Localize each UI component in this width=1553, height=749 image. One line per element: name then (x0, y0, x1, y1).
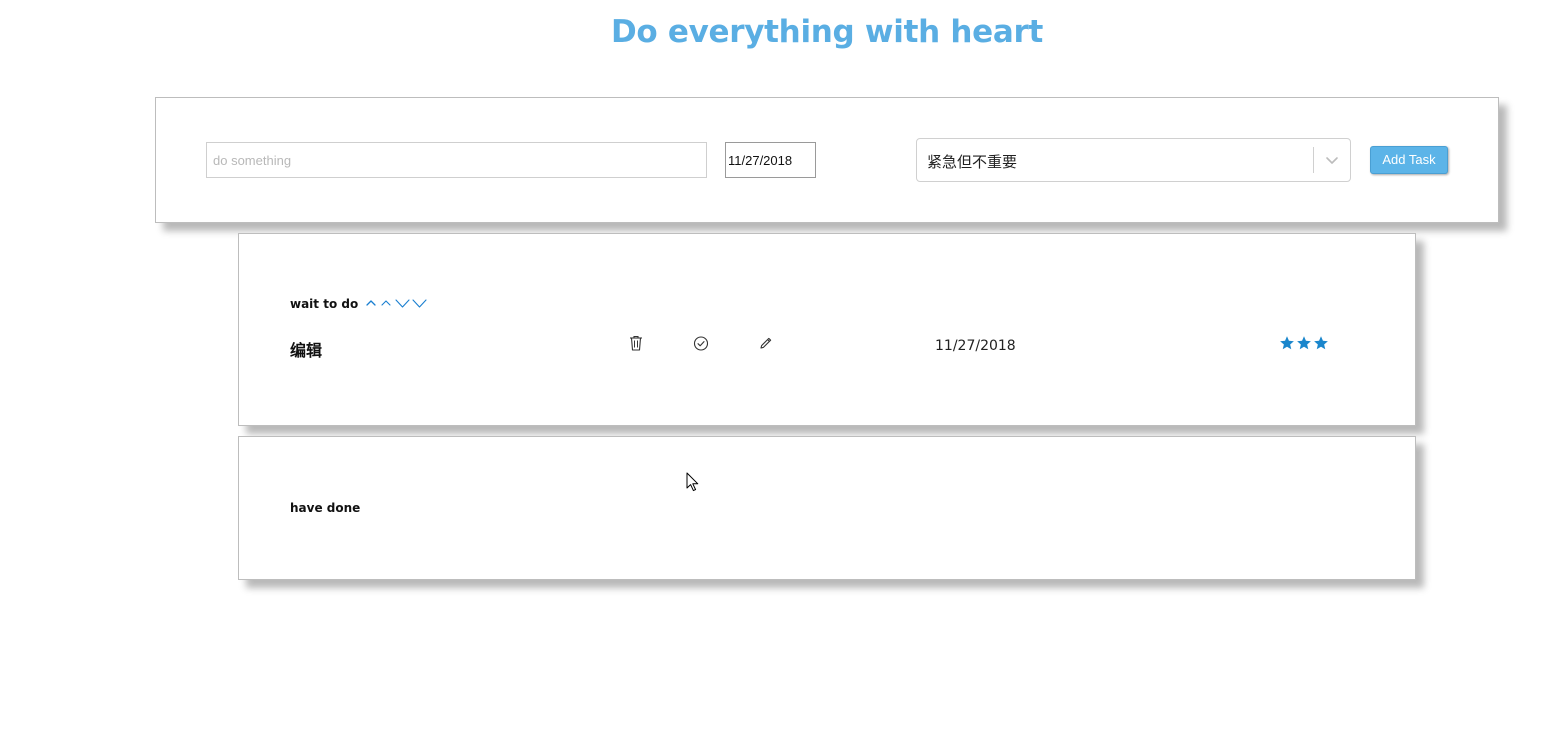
mouse-cursor-icon (686, 472, 699, 492)
done-heading: have done (290, 501, 361, 515)
priority-select[interactable]: 紧急但不重要 (916, 138, 1351, 182)
page-title: Do everything with heart (610, 14, 1043, 50)
check-circle-icon[interactable] (692, 334, 710, 352)
pencil-icon[interactable] (757, 334, 775, 352)
done-panel: have done (238, 436, 1416, 580)
chevron-up-icon[interactable] (364, 297, 378, 309)
task-input[interactable] (206, 142, 707, 178)
todo-panel: wait to do 编辑 11/27/2018 (238, 233, 1416, 426)
select-separator (1313, 147, 1314, 173)
star-icon (1280, 336, 1294, 350)
chevron-up-icon[interactable] (378, 297, 394, 309)
priority-selected-value: 紧急但不重要 (927, 153, 1018, 171)
priority-stars (1279, 335, 1329, 351)
star-icon (1297, 336, 1311, 350)
task-date: 11/27/2018 (935, 338, 1016, 354)
trash-icon[interactable] (627, 334, 645, 352)
star-icon (1314, 336, 1328, 350)
chevron-down-icon[interactable] (411, 297, 428, 309)
page: Do everything with heart 紧急但不重要 Add Task… (0, 0, 1553, 749)
todo-heading: wait to do (290, 297, 359, 311)
add-task-button[interactable]: Add Task (1370, 146, 1448, 174)
date-input[interactable] (725, 142, 816, 178)
chevron-down-icon[interactable] (1322, 150, 1342, 170)
add-task-panel: 紧急但不重要 Add Task (155, 97, 1499, 223)
chevron-down-icon[interactable] (394, 297, 411, 309)
sort-controls (364, 296, 428, 310)
task-name: 编辑 (290, 341, 323, 360)
